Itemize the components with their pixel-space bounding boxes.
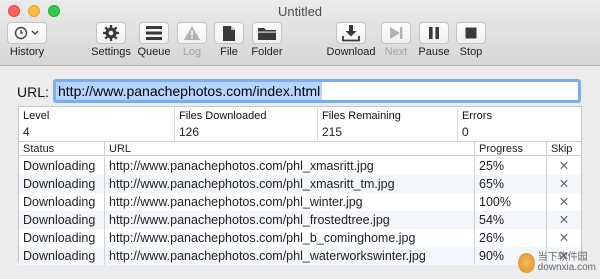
table-row[interactable]: Downloading http://www.panachephotos.com… bbox=[19, 211, 581, 229]
row-status: Downloading bbox=[19, 211, 105, 229]
stat-header-level: Level bbox=[19, 108, 175, 124]
gear-icon bbox=[96, 22, 126, 44]
file-icon bbox=[214, 22, 244, 44]
stat-header-files-downloaded: Files Downloaded bbox=[175, 108, 318, 124]
row-status: Downloading bbox=[19, 157, 105, 175]
stat-value-errors: 0 bbox=[462, 125, 469, 139]
column-header-skip[interactable]: Skip bbox=[547, 142, 581, 156]
skip-icon[interactable]: ✕ bbox=[547, 193, 581, 211]
url-input[interactable] bbox=[53, 79, 581, 103]
row-progress: 54% bbox=[475, 211, 547, 229]
table-row[interactable]: Downloading http://www.panachephotos.com… bbox=[19, 175, 581, 193]
download-icon bbox=[336, 22, 366, 44]
row-status: Downloading bbox=[19, 247, 105, 265]
row-url: http://www.panachephotos.com/phl_xmasrit… bbox=[105, 175, 475, 193]
skip-icon[interactable]: ✕ bbox=[547, 211, 581, 229]
history-icon bbox=[7, 22, 47, 44]
list-icon bbox=[139, 22, 169, 44]
stop-button[interactable]: Stop bbox=[445, 22, 497, 58]
table-row[interactable]: Downloading http://www.panachephotos.com… bbox=[19, 247, 581, 265]
row-progress: 26% bbox=[475, 229, 547, 247]
history-button[interactable]: History bbox=[1, 22, 53, 58]
stat-value-files-remaining: 215 bbox=[318, 124, 458, 140]
skip-forward-icon bbox=[381, 22, 411, 44]
row-url: http://www.panachephotos.com/phl_winter.… bbox=[105, 193, 475, 211]
stat-header-errors: Errors bbox=[462, 110, 492, 122]
download-panel: Level Files Downloaded Files Remaining E… bbox=[18, 106, 582, 265]
row-status: Downloading bbox=[19, 229, 105, 247]
row-progress: 100% bbox=[475, 193, 547, 211]
url-label: URL: bbox=[17, 84, 49, 100]
stat-value-files-downloaded: 126 bbox=[175, 124, 318, 140]
column-header-url[interactable]: URL bbox=[105, 142, 475, 156]
row-url: http://www.panachephotos.com/phl_frosted… bbox=[105, 211, 475, 229]
row-url: http://www.panachephotos.com/phl_waterwo… bbox=[105, 247, 475, 265]
stat-header-files-remaining: Files Remaining bbox=[318, 108, 458, 124]
folder-icon bbox=[252, 22, 282, 44]
window-title: Untitled bbox=[277, 4, 323, 19]
watermark: 当下软件园 downxia.com bbox=[518, 250, 596, 276]
row-url: http://www.panachephotos.com/phl_xmasrit… bbox=[105, 157, 475, 175]
watermark-line2: downxia.com bbox=[537, 262, 596, 273]
row-progress: 65% bbox=[475, 175, 547, 193]
column-header-status[interactable]: Status bbox=[19, 142, 105, 156]
download-list: Downloading http://www.panachephotos.com… bbox=[19, 157, 581, 265]
stats-table: Level Files Downloaded Files Remaining E… bbox=[19, 107, 581, 141]
folder-button[interactable]: Folder bbox=[241, 22, 293, 58]
column-header-progress[interactable]: Progress bbox=[475, 142, 547, 156]
stat-value-level: 4 bbox=[19, 124, 175, 140]
stop-icon bbox=[456, 22, 486, 44]
table-header: Status URL Progress Skip bbox=[19, 141, 581, 156]
skip-icon[interactable]: ✕ bbox=[547, 157, 581, 175]
table-row[interactable]: Downloading http://www.panachephotos.com… bbox=[19, 229, 581, 247]
row-progress: 25% bbox=[475, 157, 547, 175]
watermark-logo-icon bbox=[518, 253, 535, 273]
table-row[interactable]: Downloading http://www.panachephotos.com… bbox=[19, 157, 581, 175]
table-row[interactable]: Downloading http://www.panachephotos.com… bbox=[19, 193, 581, 211]
skip-icon[interactable]: ✕ bbox=[547, 229, 581, 247]
row-url: http://www.panachephotos.com/phl_b_comin… bbox=[105, 229, 475, 247]
row-status: Downloading bbox=[19, 175, 105, 193]
row-status: Downloading bbox=[19, 193, 105, 211]
watermark-text: 当下软件园 downxia.com bbox=[538, 253, 596, 273]
title-bar: Untitled History Settings Queue Log File… bbox=[0, 0, 600, 66]
skip-icon[interactable]: ✕ bbox=[547, 175, 581, 193]
